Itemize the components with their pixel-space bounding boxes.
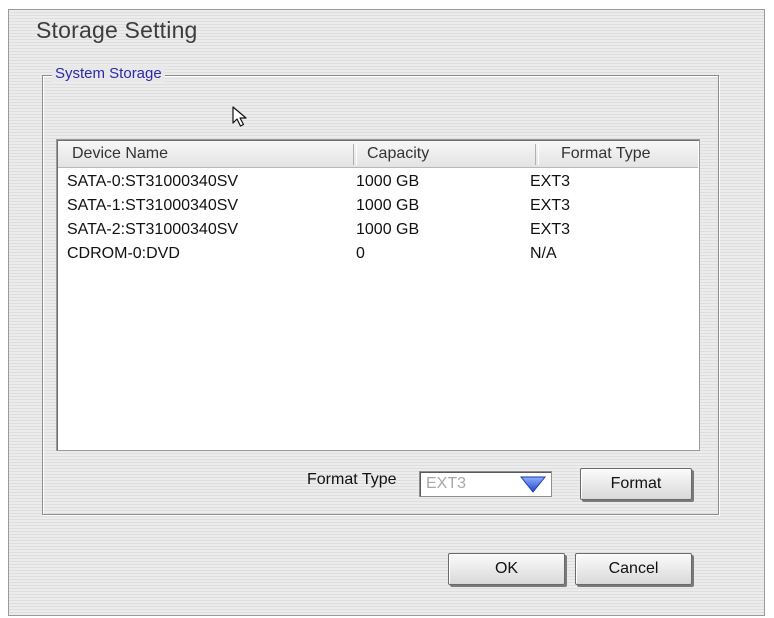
format-type-cell: EXT3 (530, 221, 571, 238)
ok-button[interactable]: OK (448, 553, 565, 585)
device-name-cell: SATA-0:ST31000340SV (67, 173, 239, 190)
column-header-device-name[interactable]: Device Name (72, 141, 168, 167)
table-row[interactable]: SATA-0:ST31000340SV 1000 GB EXT3 (58, 170, 698, 194)
format-type-cell: EXT3 (530, 173, 571, 190)
column-divider[interactable] (535, 144, 539, 165)
column-header-capacity[interactable]: Capacity (367, 141, 429, 167)
system-storage-legend: System Storage (52, 65, 165, 82)
table-row[interactable]: SATA-2:ST31000340SV 1000 GB EXT3 (58, 218, 698, 242)
format-button[interactable]: Format (580, 468, 692, 500)
table-row[interactable]: SATA-1:ST31000340SV 1000 GB EXT3 (58, 194, 698, 218)
capacity-cell: 1000 GB (356, 197, 420, 214)
capacity-cell: 1000 GB (356, 221, 420, 238)
device-name-cell: CDROM-0:DVD (67, 245, 180, 262)
format-type-value: EXT3 (426, 475, 467, 492)
column-header-format-type[interactable]: Format Type (561, 141, 651, 167)
cancel-button[interactable]: Cancel (575, 553, 692, 585)
device-name-cell: SATA-1:ST31000340SV (67, 197, 239, 214)
device-list-header: Device Name Capacity Format Type (58, 141, 698, 168)
capacity-cell: 0 (356, 245, 365, 262)
dropdown-arrow-icon[interactable] (520, 476, 546, 493)
capacity-cell: 1000 GB (356, 173, 420, 190)
table-row[interactable]: CDROM-0:DVD 0 N/A (58, 242, 698, 266)
format-type-dropdown[interactable]: EXT3 (419, 471, 552, 497)
window-title: Storage Setting (36, 17, 198, 43)
device-list[interactable]: Device Name Capacity Format Type SATA-0:… (56, 139, 700, 451)
column-divider[interactable] (353, 144, 357, 165)
arrow-cursor-icon (232, 106, 247, 127)
format-type-cell: EXT3 (530, 197, 571, 214)
format-type-cell: N/A (530, 245, 557, 262)
format-type-label: Format Type (307, 471, 397, 488)
device-name-cell: SATA-2:ST31000340SV (67, 221, 239, 238)
